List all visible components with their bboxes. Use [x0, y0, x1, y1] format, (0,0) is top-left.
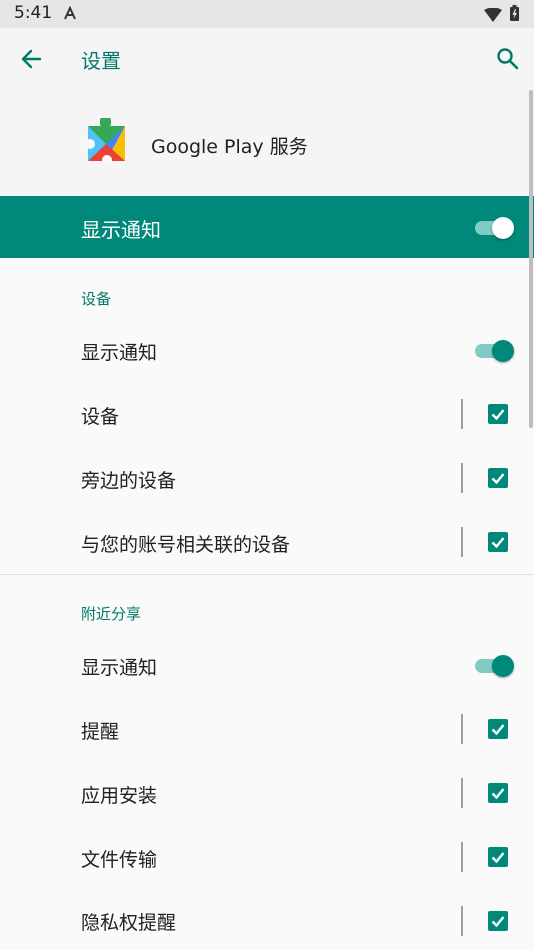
google-play-services-logo-icon — [85, 116, 128, 168]
channel-label: 设备 — [81, 406, 120, 428]
row-divider — [461, 778, 463, 808]
search-icon — [497, 48, 519, 70]
row-divider — [461, 399, 463, 429]
master-notification-toggle-row[interactable]: 显示通知 — [0, 196, 534, 258]
check-icon — [491, 537, 505, 549]
channel-label: 应用安装 — [81, 785, 158, 807]
wifi-icon — [484, 7, 502, 26]
accessibility-icon — [63, 5, 77, 24]
search-button[interactable] — [494, 45, 522, 73]
channel-checkbox[interactable] — [488, 783, 508, 803]
channel-label: 隐私权提醒 — [81, 912, 177, 934]
row-divider — [461, 906, 463, 936]
master-toggle-switch[interactable] — [473, 216, 514, 239]
page-title: 设置 — [81, 49, 121, 73]
row-divider — [461, 842, 463, 872]
check-icon — [491, 788, 505, 800]
row-divider — [461, 714, 463, 744]
channel-label: 文件传输 — [81, 849, 158, 871]
channel-label: 提醒 — [81, 721, 120, 743]
devices-notification-label: 显示通知 — [81, 342, 158, 364]
check-icon — [491, 916, 505, 928]
channel-checkbox[interactable] — [488, 847, 508, 867]
row-divider — [461, 527, 463, 557]
section-title-nearby-share: 附近分享 — [81, 605, 142, 623]
master-toggle-label: 显示通知 — [81, 218, 161, 242]
app-name: Google Play 服务 — [151, 136, 308, 158]
check-icon — [491, 409, 505, 421]
check-icon — [491, 724, 505, 736]
check-icon — [491, 852, 505, 864]
check-icon — [491, 473, 505, 485]
arrow-left-icon — [21, 49, 42, 69]
status-bar: 5:41 — [0, 0, 534, 28]
channel-label: 旁边的设备 — [81, 470, 177, 492]
channel-checkbox[interactable] — [488, 911, 508, 931]
channel-checkbox[interactable] — [488, 532, 508, 552]
channel-label: 与您的账号相关联的设备 — [81, 534, 291, 556]
battery-icon — [510, 5, 519, 25]
channel-checkbox[interactable] — [488, 468, 508, 488]
nearby-notification-switch[interactable] — [473, 654, 514, 677]
nearby-notification-label: 显示通知 — [81, 657, 158, 679]
section-divider — [0, 574, 534, 575]
app-header: Google Play 服务 — [0, 90, 534, 196]
section-title-devices: 设备 — [81, 290, 112, 308]
channel-checkbox[interactable] — [488, 719, 508, 739]
channel-checkbox[interactable] — [488, 404, 508, 424]
app-bar: 设置 — [0, 28, 534, 90]
devices-notification-switch[interactable] — [473, 339, 514, 362]
back-button[interactable] — [16, 45, 48, 73]
scrollbar[interactable] — [529, 90, 533, 428]
status-time: 5:41 — [14, 3, 53, 23]
row-divider — [461, 463, 463, 493]
